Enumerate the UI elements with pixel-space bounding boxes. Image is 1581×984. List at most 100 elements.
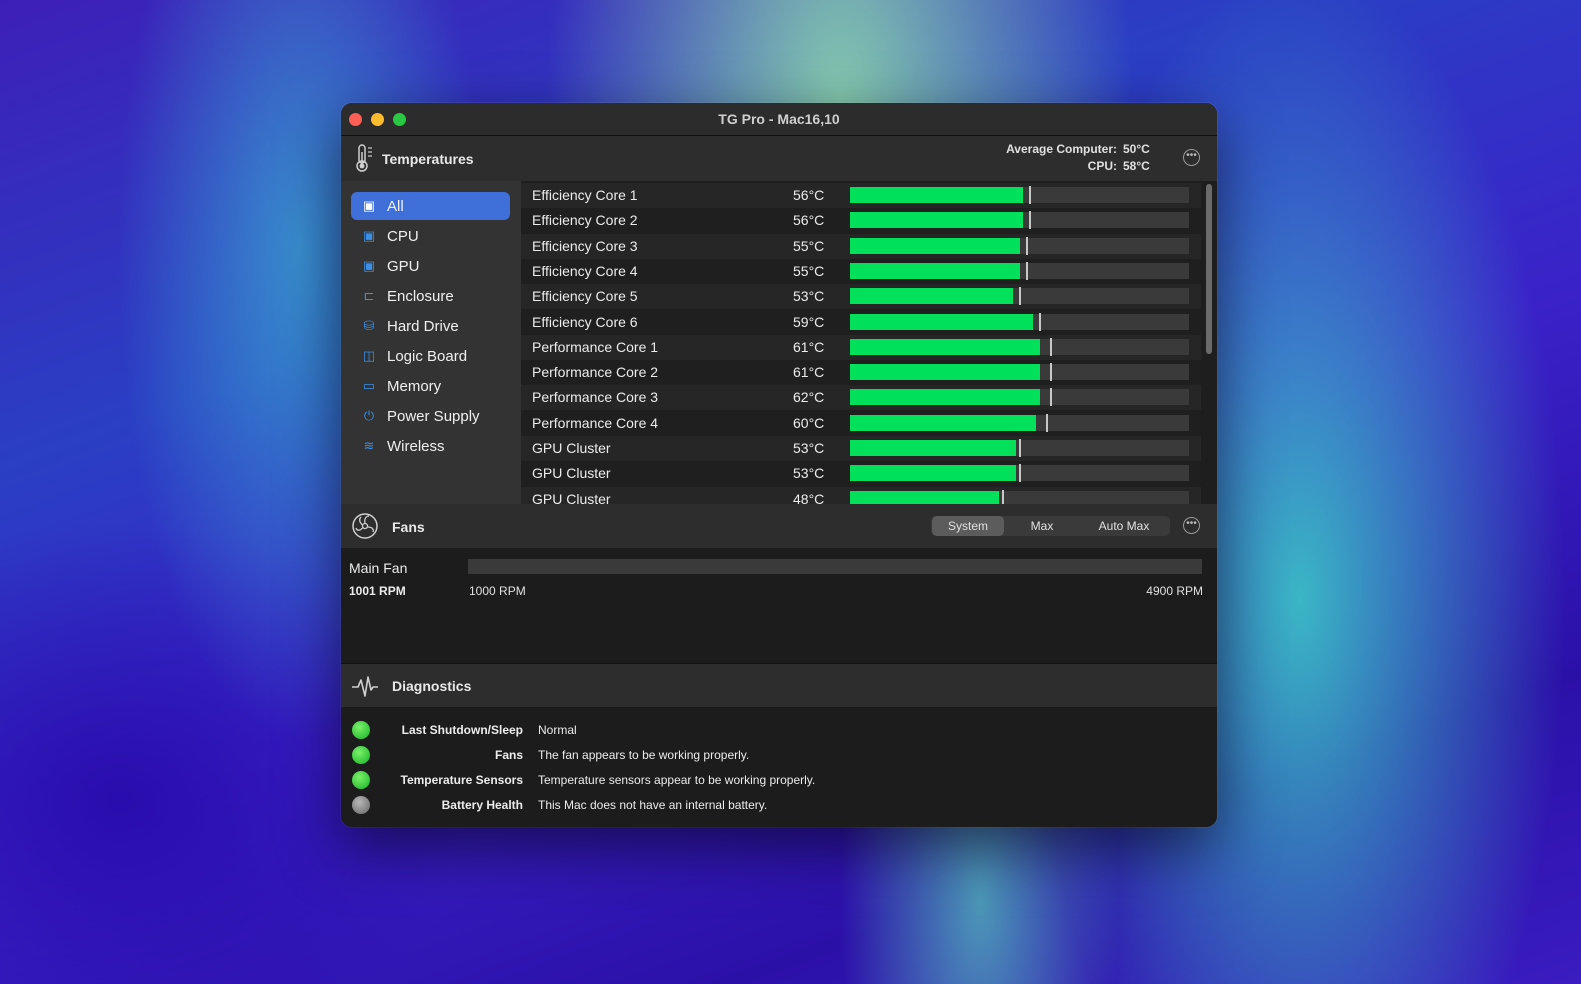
sensor-row[interactable]: Efficiency Core 6 59°C <box>521 309 1201 335</box>
fan-mode-max-button[interactable]: Max <box>1006 516 1078 536</box>
heartbeat-icon <box>352 676 378 697</box>
temperature-bar <box>850 489 1189 504</box>
max-temperature-marker <box>1019 464 1021 483</box>
fan-icon <box>352 513 378 539</box>
status-indicator-icon <box>352 721 370 739</box>
sidebar-item-label: Hard Drive <box>387 318 459 335</box>
temperature-bar-fill <box>850 364 1040 381</box>
fan-name: Main Fan <box>349 560 408 576</box>
diagnostics-panel: Last Shutdown/Sleep Normal Fans The fan … <box>341 707 1217 827</box>
title-bar[interactable]: TG Pro - Mac16,10 <box>341 103 1217 136</box>
temperature-bar <box>850 337 1189 356</box>
temperature-bar <box>850 186 1189 204</box>
sensor-row[interactable]: Performance Core 1 61°C <box>521 334 1201 360</box>
max-temperature-marker <box>1050 337 1052 356</box>
sidebar-item-label: All <box>387 198 404 215</box>
sidebar-item-gpu[interactable]: ▣ GPU <box>351 252 510 280</box>
sidebar-item-power-supply[interactable]: ⏻ Power Supply <box>351 402 510 430</box>
fans-header: Fans System Max Auto Max ••• <box>341 504 1217 549</box>
sensor-temperature: 55°C <box>793 237 825 254</box>
temperature-bar <box>850 312 1189 331</box>
average-readout: Average Computer: 50°C CPU: 58°C <box>1006 141 1161 175</box>
diagnostic-text: This Mac does not have an internal batte… <box>538 798 768 812</box>
logic-board-icon: ◫ <box>362 348 376 363</box>
sensor-row[interactable]: Efficiency Core 1 56°C <box>521 183 1201 208</box>
sensor-list[interactable]: Efficiency Core 1 56°C Efficiency Core 2 56… <box>521 181 1217 504</box>
sensor-row[interactable]: Performance Core 3 62°C <box>521 385 1201 411</box>
power-icon: ⏻ <box>363 408 375 423</box>
sidebar-item-logic-board[interactable]: ◫ Logic Board <box>351 342 510 370</box>
app-window: TG Pro - Mac16,10 Temperatures Average C… <box>341 103 1217 827</box>
fans-more-button[interactable]: ••• <box>1183 517 1200 534</box>
temperature-bar-fill <box>850 338 1040 355</box>
window-title: TG Pro - Mac16,10 <box>718 111 840 127</box>
average-computer-value: 50°C <box>1123 142 1150 156</box>
fan-speed-bar[interactable] <box>468 559 1202 574</box>
sensor-row[interactable]: Efficiency Core 4 55°C <box>521 258 1201 284</box>
sensor-list-scrollbar[interactable] <box>1206 184 1212 354</box>
fans-title: Fans <box>392 519 425 535</box>
temperature-bar-fill <box>850 490 999 504</box>
sensor-name: Efficiency Core 2 <box>532 212 638 229</box>
sensor-temperature: 59°C <box>793 313 825 330</box>
sensor-temperature: 61°C <box>793 364 825 381</box>
fan-mode-auto-max-button[interactable]: Auto Max <box>1080 516 1168 536</box>
status-indicator-icon <box>352 771 370 789</box>
gpu-icon: ▣ <box>362 258 376 273</box>
max-temperature-marker <box>1026 261 1028 280</box>
diagnostic-label: Battery Health <box>441 798 523 812</box>
sensor-temperature: 55°C <box>793 262 825 279</box>
sensor-row[interactable]: GPU Cluster 53°C <box>521 436 1201 461</box>
sensor-row[interactable]: GPU Cluster 48°C <box>521 486 1201 504</box>
sidebar-item-cpu[interactable]: ▣ CPU <box>351 222 510 250</box>
sidebar-item-label: Logic Board <box>387 348 468 365</box>
sidebar-item-label: Memory <box>387 378 442 395</box>
temperature-bar <box>850 413 1189 432</box>
max-temperature-marker <box>1029 211 1031 230</box>
temperature-bar-fill <box>850 237 1020 254</box>
diagnostic-label: Last Shutdown/Sleep <box>401 723 523 737</box>
sensor-name: Efficiency Core 3 <box>532 237 638 254</box>
diagnostic-label: Fans <box>494 748 523 762</box>
sidebar-item-enclosure[interactable]: ⊏ Enclosure <box>351 282 510 310</box>
sensor-name: Performance Core 3 <box>532 389 659 406</box>
max-temperature-marker <box>1046 413 1048 432</box>
sensor-temperature: 61°C <box>793 338 825 355</box>
hard-drive-icon: ⛁ <box>363 318 375 333</box>
sensor-row[interactable]: Performance Core 2 61°C <box>521 360 1201 386</box>
temperature-bar-fill <box>850 465 1016 482</box>
sensor-row[interactable]: Efficiency Core 2 56°C <box>521 208 1201 234</box>
sensor-row[interactable]: Efficiency Core 5 53°C <box>521 284 1201 310</box>
temperature-bar <box>850 388 1189 407</box>
temperatures-more-button[interactable]: ••• <box>1183 149 1200 166</box>
sidebar-item-label: Power Supply <box>387 408 480 425</box>
sidebar-item-wireless[interactable]: ≋ Wireless <box>351 432 510 460</box>
fan-mode-selector[interactable]: System Max Auto Max <box>931 516 1170 536</box>
sensor-name: GPU Cluster <box>532 465 611 482</box>
diagnostic-row: Last Shutdown/Sleep Normal <box>341 719 1217 744</box>
sidebar-item-hard-drive[interactable]: ⛁ Hard Drive <box>351 312 510 340</box>
diagnostic-label: Temperature Sensors <box>400 773 524 787</box>
sensor-name: Efficiency Core 1 <box>532 187 638 203</box>
memory-icon: ▭ <box>362 378 376 393</box>
diagnostic-text: Normal <box>538 723 577 737</box>
sidebar-item-memory[interactable]: ▭ Memory <box>351 372 510 400</box>
temperatures-title: Temperatures <box>382 151 474 167</box>
sidebar-item-all[interactable]: ▣ All <box>351 192 510 220</box>
thermometer-icon <box>356 144 372 172</box>
sensor-name: GPU Cluster <box>532 490 611 504</box>
sensor-row[interactable]: Performance Core 4 60°C <box>521 410 1201 436</box>
fan-mode-system-button[interactable]: System <box>932 516 1004 536</box>
temperature-bar-fill <box>850 262 1020 279</box>
category-sidebar: ▣ All ▣ CPU ▣ GPU ⊏ Enclosure ⛁ Hard Dri… <box>341 181 521 504</box>
sensor-name: Efficiency Core 5 <box>532 288 638 305</box>
sensor-row[interactable]: Efficiency Core 3 55°C <box>521 233 1201 259</box>
sensor-temperature: 53°C <box>793 465 825 482</box>
temperature-bar-fill <box>850 440 1016 456</box>
max-temperature-marker <box>1029 186 1031 204</box>
sensor-temperature: 48°C <box>793 490 825 504</box>
sensor-name: Performance Core 1 <box>532 338 659 355</box>
sensor-row[interactable]: GPU Cluster 53°C <box>521 461 1201 487</box>
sidebar-item-label: Enclosure <box>387 288 454 305</box>
all-icon: ▣ <box>362 198 376 213</box>
